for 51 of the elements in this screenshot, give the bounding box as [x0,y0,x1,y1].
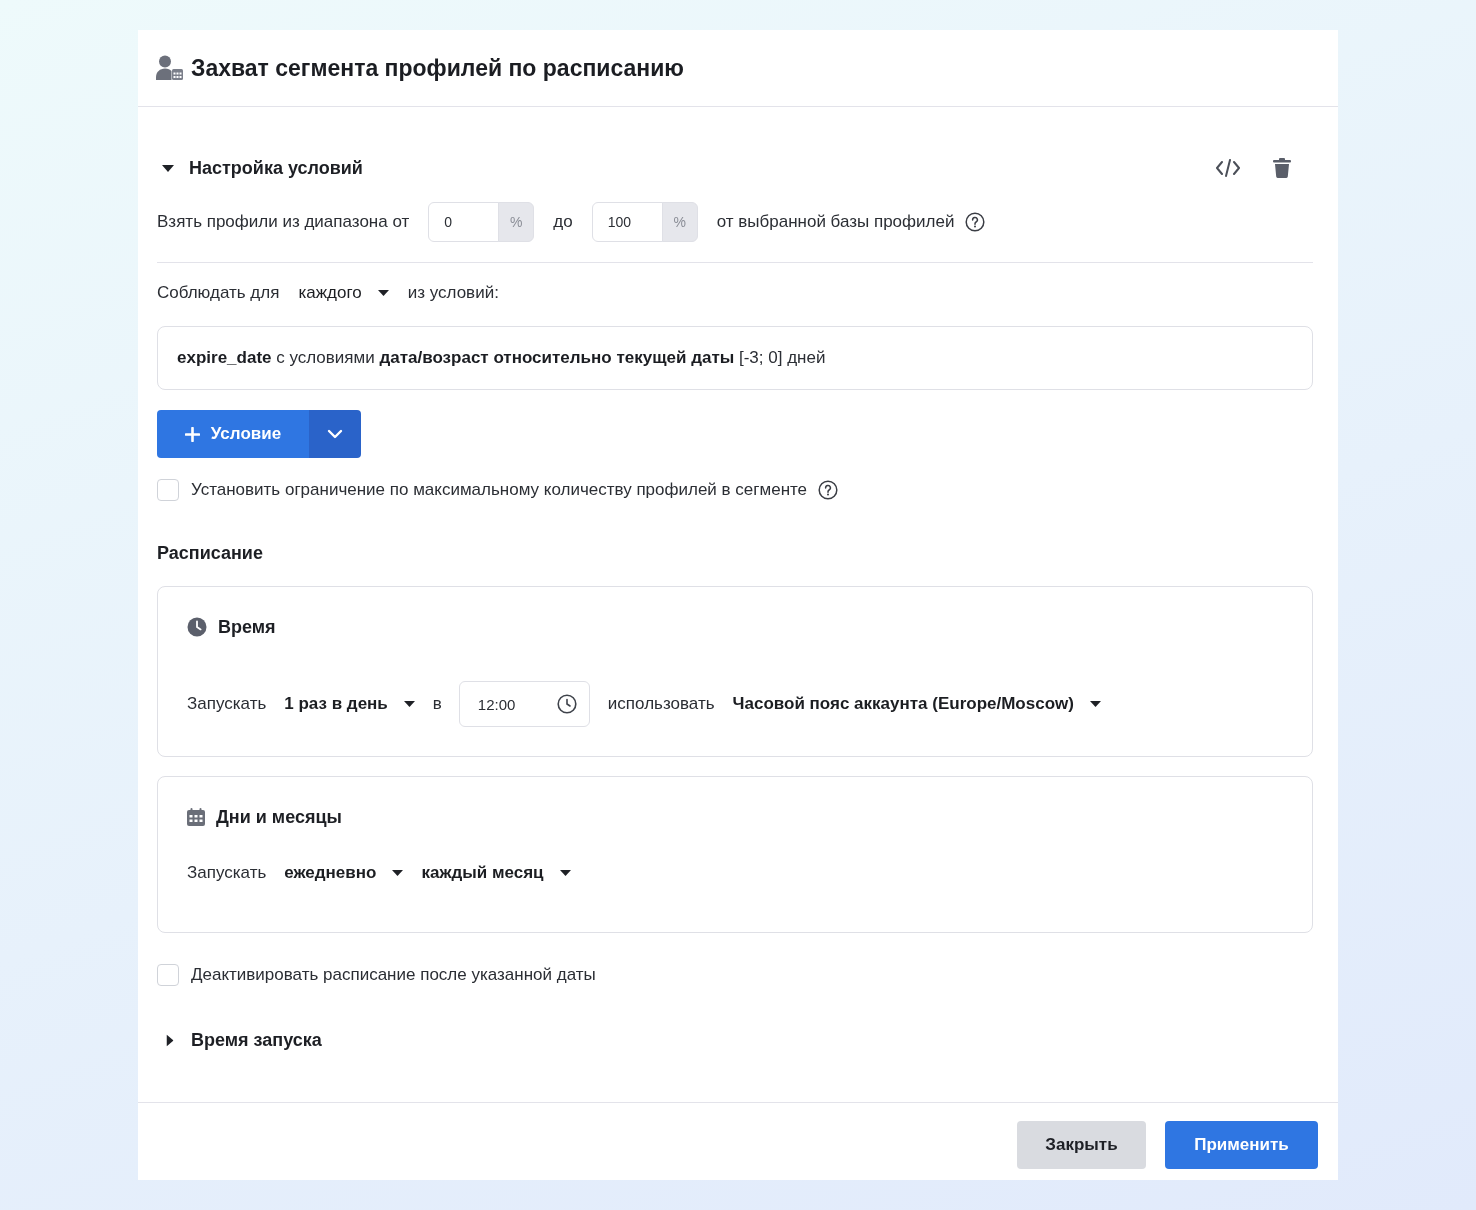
caret-icon [1089,701,1101,707]
card-title: Дни и месяцы [216,806,342,829]
user-calendar-icon [156,55,183,81]
dropdown-select[interactable]: 1 раз в день [284,692,415,716]
condition-item[interactable]: expire_date с условиями дата/возраст относительно текущей даты [-3; 0] дней [157,326,1313,390]
close-button[interactable]: Закрыть [1017,1121,1146,1169]
help-icon [818,480,839,500]
code-button[interactable] [1215,159,1241,177]
calendar-icon [187,808,205,826]
help-icon [965,212,986,232]
dialog-title: Захват сегмента профилей по расписанию [191,54,684,83]
trash-icon [1273,158,1291,178]
dropdown-select[interactable]: Часовой пояс аккаунта (Europe/Moscow) [732,692,1101,716]
section-heading: Расписание [157,542,264,565]
match-label: из условий: [407,282,499,305]
range-label: от выбранной базы профилей [716,211,955,234]
section-toggle[interactable]: Время запуска [157,1028,322,1052]
row-label: Запускать [187,862,267,885]
row-label: использовать [607,693,715,716]
unit-label: % [661,202,698,242]
caret-icon [403,701,415,707]
apply-button[interactable]: Применить [1165,1121,1318,1169]
checkbox[interactable] [157,479,179,501]
caret-icon [559,870,571,876]
checkbox-label: Установить ограничение по максимальному количеству профилей в сегменте [191,479,808,502]
to-input[interactable]: 100 [591,202,663,242]
caret-icon [392,870,404,876]
dropdown-select[interactable]: ежедневно [284,861,404,885]
add-condition-button[interactable]: Условие [157,410,309,458]
clock-icon [187,617,207,637]
row-label: в [432,693,442,716]
row-label: Запускать [187,693,267,716]
caret-icon [377,290,389,296]
dropdown-select[interactable]: каждый месяц [421,861,571,885]
checkbox[interactable] [157,964,179,986]
code-icon [1215,159,1241,177]
time-input[interactable]: 12:00 [458,681,590,727]
range-label: до [553,211,573,234]
range-label: Взять профили из диапазона от [157,211,410,234]
from-input[interactable]: 0 [428,202,500,242]
chevron-down-icon [327,429,343,439]
delete-button[interactable] [1273,158,1291,178]
match-label: Соблюдать для [157,282,280,305]
unit-label: % [498,202,535,242]
plus-icon [184,426,200,442]
clock-icon [556,694,577,714]
section-toggle[interactable]: Настройка условий [157,156,363,180]
card-title: Время [218,616,276,639]
checkbox-label: Деактивировать расписание после указанной даты [191,964,596,987]
dropdown-toggle-button[interactable] [309,410,361,458]
dropdown-select[interactable]: каждого [298,281,389,305]
